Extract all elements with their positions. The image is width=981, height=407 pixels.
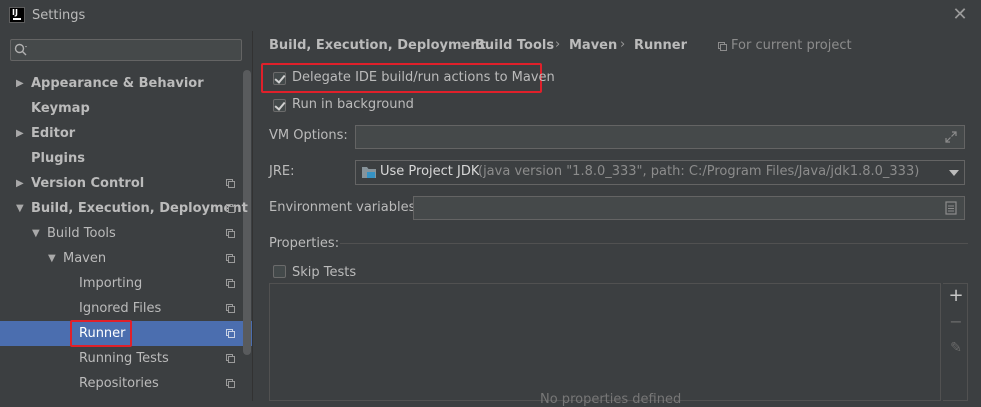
scope-label: For current project bbox=[731, 38, 852, 53]
delegate-label[interactable]: Delegate IDE build/run actions to Maven bbox=[292, 70, 555, 85]
search-icon bbox=[14, 43, 27, 56]
browse-document-icon[interactable] bbox=[945, 201, 957, 215]
jre-value: Use Project JDK bbox=[380, 164, 480, 179]
title-bar bbox=[0, 0, 981, 31]
chevron-down-icon[interactable] bbox=[949, 170, 959, 176]
project-scope-icon bbox=[226, 329, 235, 338]
intellij-icon: IJ bbox=[9, 7, 25, 23]
project-scope-icon bbox=[226, 179, 235, 188]
breadcrumb-separator: › bbox=[460, 37, 466, 52]
add-icon[interactable]: + bbox=[947, 286, 965, 306]
sidebar-item-appearance-behavior[interactable]: Appearance & Behavior bbox=[31, 71, 204, 96]
window-title: Settings bbox=[32, 8, 86, 23]
properties-separator bbox=[340, 243, 968, 244]
vm-options-input[interactable] bbox=[355, 125, 965, 149]
folder-icon bbox=[362, 167, 376, 178]
breadcrumb-item-current: Runner bbox=[634, 38, 688, 53]
runner-highlight-box bbox=[70, 320, 132, 347]
jre-label: JRE: bbox=[269, 164, 295, 179]
skip-tests-label[interactable]: Skip Tests bbox=[292, 265, 356, 280]
skip-tests-checkbox[interactable] bbox=[273, 265, 286, 278]
breadcrumb-separator: › bbox=[620, 37, 626, 52]
sidebar-item-running-tests[interactable]: Running Tests bbox=[79, 346, 169, 371]
close-icon[interactable]: ✕ bbox=[950, 4, 970, 26]
sidebar-item-version-control[interactable]: Version Control bbox=[31, 171, 144, 196]
collapse-arrow-icon[interactable]: ▼ bbox=[32, 221, 40, 246]
collapse-arrow-icon[interactable]: ▼ bbox=[16, 196, 24, 221]
properties-label: Properties: bbox=[269, 236, 340, 251]
expand-arrow-icon[interactable]: ▶ bbox=[16, 171, 24, 196]
collapse-arrow-icon[interactable]: ▼ bbox=[48, 246, 56, 271]
sidebar-item-repositories[interactable]: Repositories bbox=[79, 371, 159, 396]
remove-icon[interactable]: − bbox=[947, 312, 965, 332]
run-in-background-label[interactable]: Run in background bbox=[292, 97, 414, 112]
empty-properties-text: No properties defined bbox=[540, 392, 682, 407]
sidebar-item-build-execution-deployment[interactable]: Build, Execution, Deployment bbox=[31, 196, 248, 221]
jre-detail: (java version "1.8.0_333", path: C:/Prog… bbox=[478, 164, 920, 179]
search-input[interactable] bbox=[10, 39, 242, 61]
expand-arrow-icon[interactable]: ▶ bbox=[16, 121, 24, 146]
breadcrumb-separator: › bbox=[555, 37, 561, 52]
project-scope-icon bbox=[226, 254, 235, 263]
delegate-checkbox[interactable] bbox=[273, 72, 286, 85]
app-icon-label: IJ bbox=[12, 8, 18, 17]
properties-table[interactable] bbox=[269, 283, 941, 401]
project-scope-icon bbox=[226, 279, 235, 288]
sidebar-item-keymap[interactable]: Keymap bbox=[31, 96, 90, 121]
sidebar-item-importing[interactable]: Importing bbox=[79, 271, 142, 296]
expand-field-icon[interactable] bbox=[945, 131, 957, 143]
env-variables-input[interactable] bbox=[413, 196, 965, 220]
project-scope-icon bbox=[226, 204, 235, 213]
divider bbox=[252, 31, 253, 401]
project-scope-icon bbox=[226, 354, 235, 363]
expand-arrow-icon[interactable]: ▶ bbox=[16, 71, 24, 96]
sidebar-item-editor[interactable]: Editor bbox=[31, 121, 75, 146]
breadcrumb-item[interactable]: Maven bbox=[569, 38, 617, 53]
project-scope-icon bbox=[718, 42, 727, 51]
run-in-background-checkbox[interactable] bbox=[273, 99, 286, 112]
edit-icon[interactable]: ✎ bbox=[947, 338, 965, 358]
sidebar-item-build-tools[interactable]: Build Tools bbox=[47, 221, 116, 246]
breadcrumb-item[interactable]: Build, Execution, Deployment bbox=[269, 38, 486, 53]
project-scope-icon bbox=[226, 229, 235, 238]
sidebar-item-maven[interactable]: Maven bbox=[63, 246, 106, 271]
env-variables-label: Environment variables: bbox=[269, 200, 420, 215]
vm-options-label: VM Options: bbox=[269, 128, 348, 143]
project-scope-icon bbox=[226, 379, 235, 388]
sidebar-item-ignored-files[interactable]: Ignored Files bbox=[79, 296, 161, 321]
project-scope-icon bbox=[226, 304, 235, 313]
sidebar-item-plugins[interactable]: Plugins bbox=[31, 146, 85, 171]
breadcrumb-item[interactable]: Build Tools bbox=[475, 38, 554, 53]
